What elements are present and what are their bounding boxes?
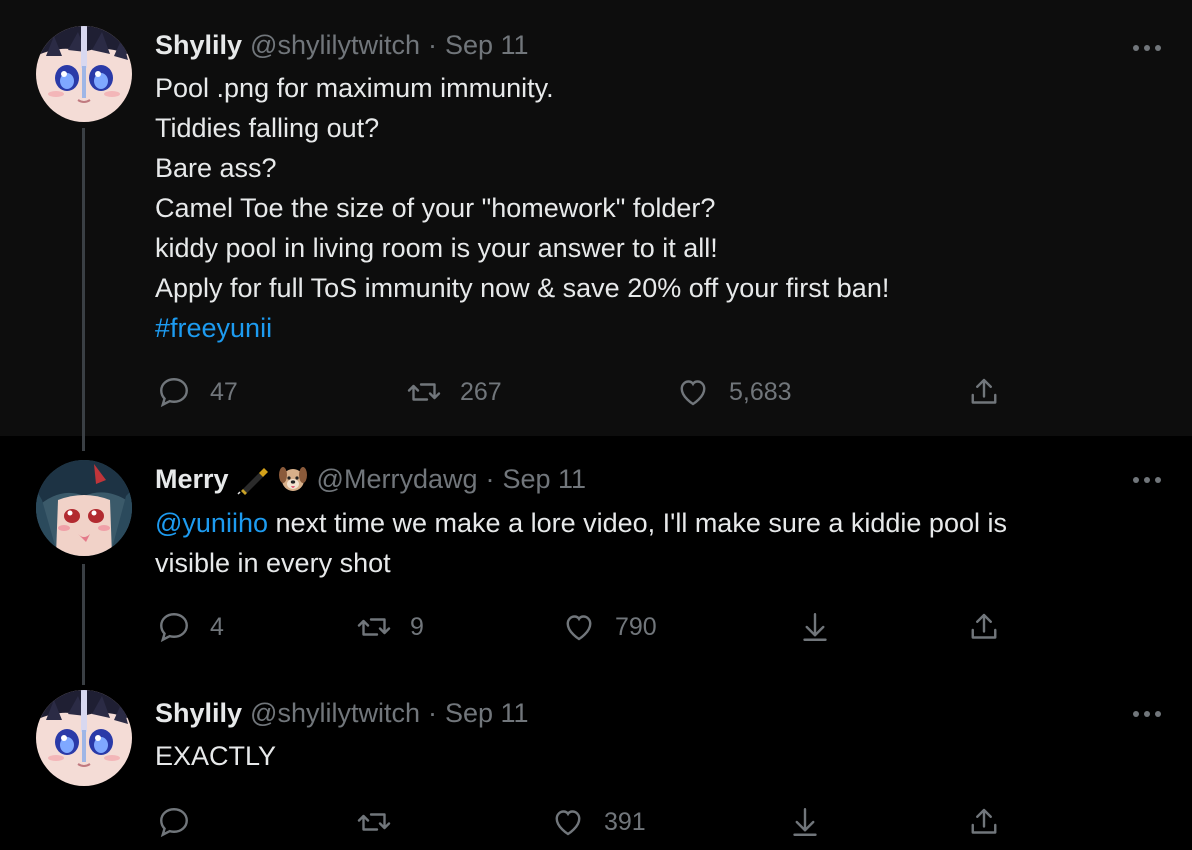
display-name[interactable]: Shylily [155, 698, 242, 729]
tweet-2[interactable]: Merry @Merrydawg · Sep 11 @yuniiho next … [0, 436, 1192, 670]
thread-line [82, 564, 85, 670]
text-line: visible in every shot [155, 548, 391, 578]
download-arrow-icon [793, 808, 817, 836]
retweet-icon [407, 383, 441, 401]
reply-button[interactable] [156, 804, 210, 840]
retweet-button[interactable] [356, 804, 410, 840]
user-handle[interactable]: @Merrydawg [317, 464, 478, 495]
tweet-date[interactable]: Sep 11 [445, 698, 529, 729]
avatar-shylily[interactable] [36, 690, 132, 786]
tweet-header: Shylily @shylilytwitch · Sep 11 [155, 28, 529, 62]
tweet-text: EXACTLY [155, 736, 1145, 776]
retweet-button[interactable]: 267 [406, 374, 502, 410]
hashtag-link[interactable]: #freeyunii [155, 308, 1145, 348]
text-line: Pool .png for maximum immunity. [155, 73, 554, 103]
tweet-header: Merry @Merrydawg · Sep 11 [155, 462, 586, 496]
tip-button[interactable] [787, 804, 823, 840]
text-line: Tiddies falling out? [155, 113, 380, 143]
display-name[interactable]: Merry [155, 464, 229, 495]
mention-link[interactable]: @yuniiho [155, 508, 268, 538]
more-options-icon[interactable] [1130, 470, 1164, 490]
dog-face-icon [277, 463, 309, 495]
user-handle[interactable]: @shylilytwitch [250, 698, 420, 729]
avatar-merry[interactable] [36, 460, 132, 556]
share-icon [971, 808, 997, 834]
separator-dot: · [427, 29, 437, 60]
reply-icon [160, 613, 188, 643]
reply-count: 47 [210, 377, 238, 406]
share-button[interactable] [966, 804, 1002, 840]
text-fragment: next time we make a lore video, I'll mak… [267, 508, 1007, 538]
user-handle[interactable]: @shylilytwitch [250, 30, 420, 61]
reply-icon [160, 808, 188, 838]
reply-button[interactable]: 4 [156, 609, 224, 645]
tweet-text: Pool .png for maximum immunity. Tiddies … [155, 68, 1145, 348]
separator-dot: · [485, 463, 495, 494]
text-line: Apply for full ToS immunity now & save 2… [155, 273, 890, 303]
text-line: Bare ass? [155, 153, 277, 183]
text-line: Camel Toe the size of your "homework" fo… [155, 193, 716, 223]
reply-count: 4 [210, 612, 224, 641]
fountain-pen-icon [237, 463, 269, 495]
tweet-text: @yuniiho next time we make a lore video,… [155, 503, 1145, 583]
reply-button[interactable]: 47 [156, 374, 238, 410]
download-arrow-icon [803, 613, 827, 641]
more-options-icon[interactable] [1130, 704, 1164, 724]
share-icon [971, 378, 997, 404]
separator-dot: · [427, 697, 437, 728]
heart-icon [680, 380, 706, 406]
share-button[interactable] [966, 609, 1002, 645]
reply-icon [160, 378, 188, 408]
more-options-icon[interactable] [1130, 38, 1164, 58]
share-icon [971, 613, 997, 639]
thread-line [82, 128, 85, 436]
tweet-1[interactable]: Shylily @shylilytwitch · Sep 11 Pool .pn… [0, 0, 1192, 436]
retweet-button[interactable]: 9 [356, 609, 424, 645]
share-button[interactable] [966, 374, 1002, 410]
heart-icon [566, 615, 592, 641]
tweet-3[interactable]: Shylily @shylilytwitch · Sep 11 EXACTLY … [0, 670, 1192, 850]
tip-button[interactable] [797, 609, 833, 645]
like-count: 790 [615, 612, 657, 641]
like-button[interactable]: 790 [561, 609, 657, 645]
tweet-header: Shylily @shylilytwitch · Sep 11 [155, 696, 529, 730]
heart-icon [555, 810, 581, 836]
text-line: kiddy pool in living room is your answer… [155, 233, 718, 263]
display-name[interactable]: Shylily [155, 30, 242, 61]
tweet-date[interactable]: Sep 11 [445, 30, 529, 61]
thread-line [82, 436, 85, 451]
like-count: 5,683 [729, 377, 792, 406]
avatar-shylily[interactable] [36, 26, 132, 122]
like-button[interactable]: 391 [550, 804, 646, 840]
retweet-count: 9 [410, 612, 424, 641]
like-button[interactable]: 5,683 [675, 374, 792, 410]
retweet-icon [357, 618, 391, 636]
retweet-icon [357, 813, 391, 831]
retweet-count: 267 [460, 377, 502, 406]
text-line: @yuniiho next time we make a lore video,… [155, 503, 1145, 543]
thread-line [82, 670, 85, 685]
like-count: 391 [604, 807, 646, 836]
tweet-date[interactable]: Sep 11 [503, 464, 587, 495]
text-line: EXACTLY [155, 741, 277, 771]
